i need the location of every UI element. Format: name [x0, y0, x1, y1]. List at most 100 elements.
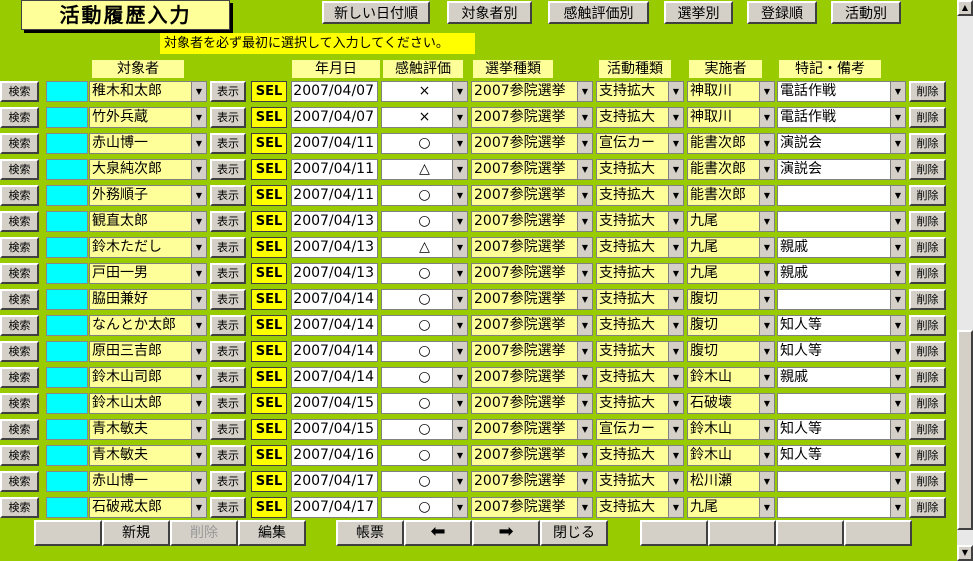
search-button[interactable]: 検索: [0, 315, 39, 336]
dropdown-arrow-icon[interactable]: ▼: [191, 160, 206, 179]
blank-button-2[interactable]: [640, 520, 708, 546]
dropdown-arrow-icon[interactable]: ▼: [890, 446, 905, 465]
person-combo[interactable]: 観直太郎 ▼: [89, 211, 207, 232]
dropdown-arrow-icon[interactable]: ▼: [759, 264, 774, 283]
activity-combo[interactable]: 支持拡大 ▼: [596, 341, 684, 362]
dropdown-arrow-icon[interactable]: ▼: [668, 498, 683, 517]
dropdown-arrow-icon[interactable]: ▼: [759, 472, 774, 491]
dropdown-arrow-icon[interactable]: ▼: [668, 160, 683, 179]
search-button[interactable]: 検索: [0, 263, 39, 284]
delete-button[interactable]: 削除: [170, 520, 238, 546]
person-combo[interactable]: 青木敏夫 ▼: [89, 419, 207, 440]
report-button[interactable]: 帳票: [336, 520, 404, 546]
activity-combo[interactable]: 支持拡大 ▼: [596, 289, 684, 310]
delete-row-button[interactable]: 削除: [909, 133, 946, 154]
notes-combo[interactable]: ▼: [777, 497, 906, 518]
actor-combo[interactable]: 九尾 ▼: [687, 263, 775, 284]
notes-combo[interactable]: 演説会 ▼: [777, 159, 906, 180]
dropdown-arrow-icon[interactable]: ▼: [890, 238, 905, 257]
dropdown-arrow-icon[interactable]: ▼: [452, 498, 467, 517]
notes-combo[interactable]: 演説会 ▼: [777, 133, 906, 154]
date-field[interactable]: 2007/04/13: [291, 211, 378, 232]
sel-button[interactable]: SEL: [251, 211, 287, 232]
sel-button[interactable]: SEL: [251, 445, 287, 466]
activity-combo[interactable]: 支持拡大 ▼: [596, 81, 684, 102]
evaluation-combo[interactable]: ○ ▼: [381, 315, 468, 336]
actor-combo[interactable]: 能書次郎 ▼: [687, 185, 775, 206]
dropdown-arrow-icon[interactable]: ▼: [452, 82, 467, 101]
sel-button[interactable]: SEL: [251, 263, 287, 284]
election-combo[interactable]: 2007参院選挙 ▼: [471, 419, 593, 440]
dropdown-arrow-icon[interactable]: ▼: [452, 134, 467, 153]
evaluation-combo[interactable]: ○ ▼: [381, 211, 468, 232]
actor-combo[interactable]: 九尾 ▼: [687, 237, 775, 258]
dropdown-arrow-icon[interactable]: ▼: [191, 420, 206, 439]
election-combo[interactable]: 2007参院選挙 ▼: [471, 133, 593, 154]
person-combo[interactable]: 大泉純次郎 ▼: [89, 159, 207, 180]
date-field[interactable]: 2007/04/14: [291, 315, 378, 336]
election-combo[interactable]: 2007参院選挙 ▼: [471, 263, 593, 284]
search-button[interactable]: 検索: [0, 471, 39, 492]
actor-combo[interactable]: 鈴木山 ▼: [687, 367, 775, 388]
show-button[interactable]: 表示: [210, 263, 246, 284]
search-button[interactable]: 検索: [0, 107, 39, 128]
person-combo[interactable]: 石破戒太郎 ▼: [89, 497, 207, 518]
show-button[interactable]: 表示: [210, 315, 246, 336]
date-field[interactable]: 2007/04/11: [291, 159, 378, 180]
sort-by-evaluation-button[interactable]: 感触評価別: [548, 1, 649, 24]
notes-combo[interactable]: 知人等 ▼: [777, 341, 906, 362]
dropdown-arrow-icon[interactable]: ▼: [759, 290, 774, 309]
dropdown-arrow-icon[interactable]: ▼: [577, 420, 592, 439]
dropdown-arrow-icon[interactable]: ▼: [577, 342, 592, 361]
notes-combo[interactable]: 電話作戦 ▼: [777, 81, 906, 102]
sel-button[interactable]: SEL: [251, 471, 287, 492]
blank-button[interactable]: [34, 520, 102, 546]
notes-combo[interactable]: 知人等 ▼: [777, 315, 906, 336]
election-combo[interactable]: 2007参院選挙 ▼: [471, 237, 593, 258]
sel-button[interactable]: SEL: [251, 185, 287, 206]
dropdown-arrow-icon[interactable]: ▼: [577, 238, 592, 257]
evaluation-combo[interactable]: ○ ▼: [381, 393, 468, 414]
sel-button[interactable]: SEL: [251, 497, 287, 518]
dropdown-arrow-icon[interactable]: ▼: [452, 316, 467, 335]
dropdown-arrow-icon[interactable]: ▼: [452, 342, 467, 361]
evaluation-combo[interactable]: ○ ▼: [381, 445, 468, 466]
dropdown-arrow-icon[interactable]: ▼: [452, 290, 467, 309]
notes-combo[interactable]: 知人等 ▼: [777, 419, 906, 440]
activity-combo[interactable]: 支持拡大 ▼: [596, 315, 684, 336]
dropdown-arrow-icon[interactable]: ▼: [759, 212, 774, 231]
evaluation-combo[interactable]: ○ ▼: [381, 497, 468, 518]
dropdown-arrow-icon[interactable]: ▼: [668, 186, 683, 205]
show-button[interactable]: 表示: [210, 237, 246, 258]
dropdown-arrow-icon[interactable]: ▼: [890, 186, 905, 205]
dropdown-arrow-icon[interactable]: ▼: [191, 134, 206, 153]
delete-row-button[interactable]: 削除: [909, 81, 946, 102]
notes-combo[interactable]: ▼: [777, 211, 906, 232]
dropdown-arrow-icon[interactable]: ▼: [890, 316, 905, 335]
evaluation-combo[interactable]: ○ ▼: [381, 185, 468, 206]
dropdown-arrow-icon[interactable]: ▼: [759, 186, 774, 205]
search-button[interactable]: 検索: [0, 445, 39, 466]
dropdown-arrow-icon[interactable]: ▼: [890, 160, 905, 179]
dropdown-arrow-icon[interactable]: ▼: [452, 394, 467, 413]
activity-combo[interactable]: 支持拡大 ▼: [596, 471, 684, 492]
dropdown-arrow-icon[interactable]: ▼: [890, 368, 905, 387]
actor-combo[interactable]: 腹切 ▼: [687, 341, 775, 362]
dropdown-arrow-icon[interactable]: ▼: [452, 108, 467, 127]
dropdown-arrow-icon[interactable]: ▼: [668, 368, 683, 387]
dropdown-arrow-icon[interactable]: ▼: [890, 108, 905, 127]
dropdown-arrow-icon[interactable]: ▼: [191, 498, 206, 517]
date-field[interactable]: 2007/04/13: [291, 263, 378, 284]
show-button[interactable]: 表示: [210, 367, 246, 388]
sel-button[interactable]: SEL: [251, 341, 287, 362]
delete-row-button[interactable]: 削除: [909, 419, 946, 440]
dropdown-arrow-icon[interactable]: ▼: [668, 316, 683, 335]
date-field[interactable]: 2007/04/11: [291, 133, 378, 154]
new-button[interactable]: 新規: [102, 520, 170, 546]
delete-row-button[interactable]: 削除: [909, 445, 946, 466]
sel-button[interactable]: SEL: [251, 133, 287, 154]
sel-button[interactable]: SEL: [251, 419, 287, 440]
dropdown-arrow-icon[interactable]: ▼: [452, 238, 467, 257]
election-combo[interactable]: 2007参院選挙 ▼: [471, 341, 593, 362]
actor-combo[interactable]: 鈴木山 ▼: [687, 445, 775, 466]
